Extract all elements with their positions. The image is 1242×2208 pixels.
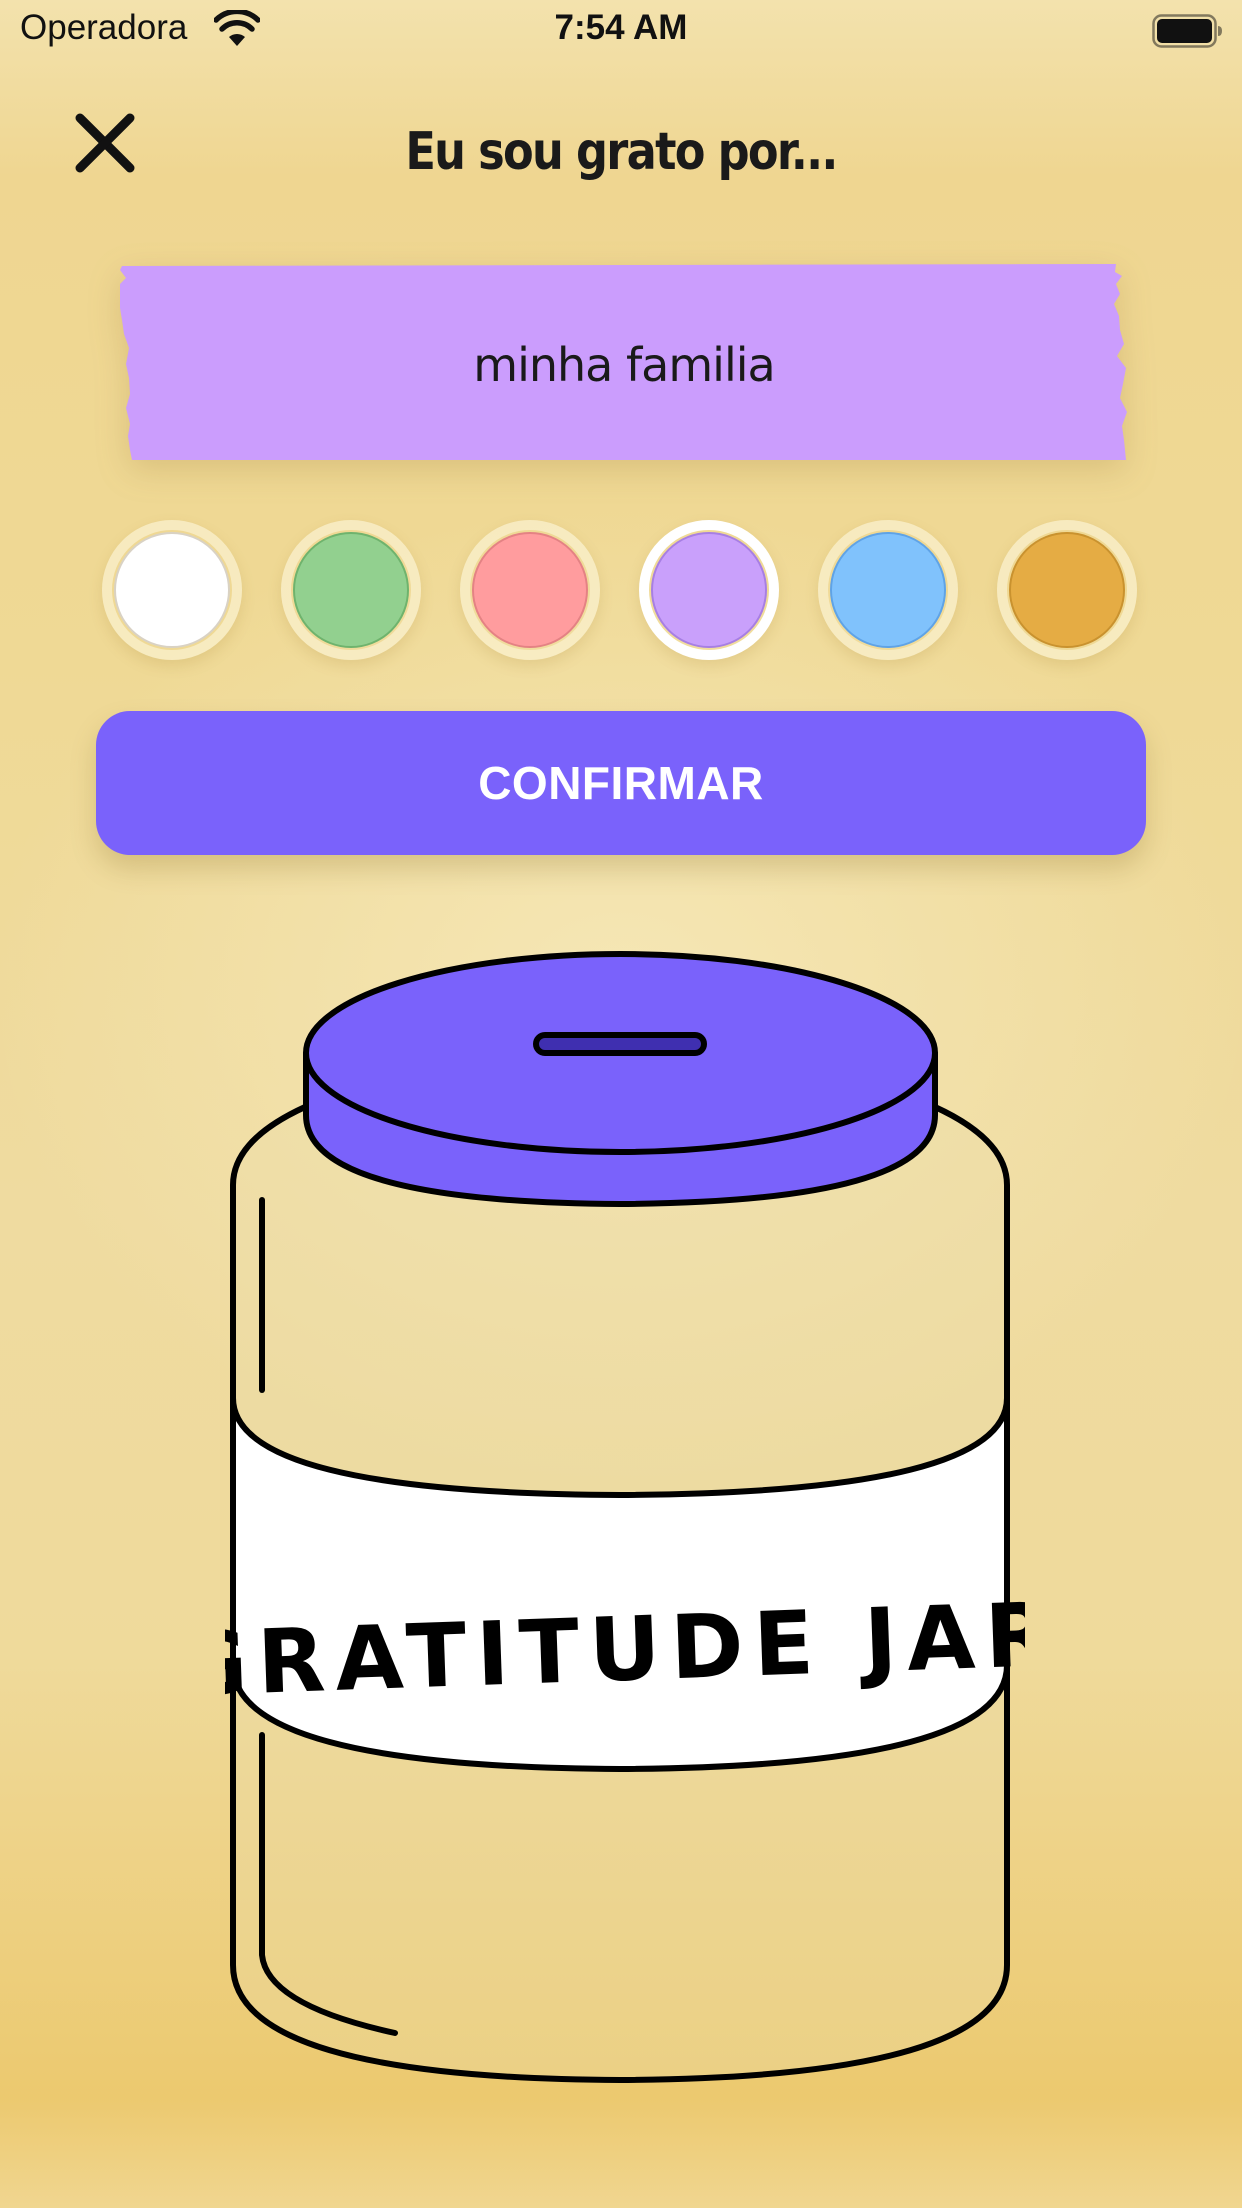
- gratitude-input[interactable]: [180, 330, 1068, 400]
- color-option-purple[interactable]: [639, 520, 779, 660]
- color-option-orange[interactable]: [997, 520, 1137, 660]
- color-option-white[interactable]: [102, 520, 242, 660]
- battery-full-icon: [1152, 14, 1222, 48]
- color-option-blue[interactable]: [818, 520, 958, 660]
- gratitude-jar-illustration: GRATITUDE JAR: [225, 951, 1025, 2083]
- color-option-pink[interactable]: [460, 520, 600, 660]
- gratitude-note: [120, 264, 1128, 460]
- status-bar: Operadora 7:54 AM: [0, 0, 1242, 60]
- clock: 7:54 AM: [554, 8, 688, 47]
- page-title: Eu sou grato por...: [405, 122, 838, 182]
- color-option-green[interactable]: [281, 520, 421, 660]
- color-picker: [102, 520, 1142, 660]
- close-button[interactable]: [75, 110, 156, 182]
- confirm-button[interactable]: CONFIRMAR: [96, 711, 1146, 855]
- close-icon: [75, 113, 135, 173]
